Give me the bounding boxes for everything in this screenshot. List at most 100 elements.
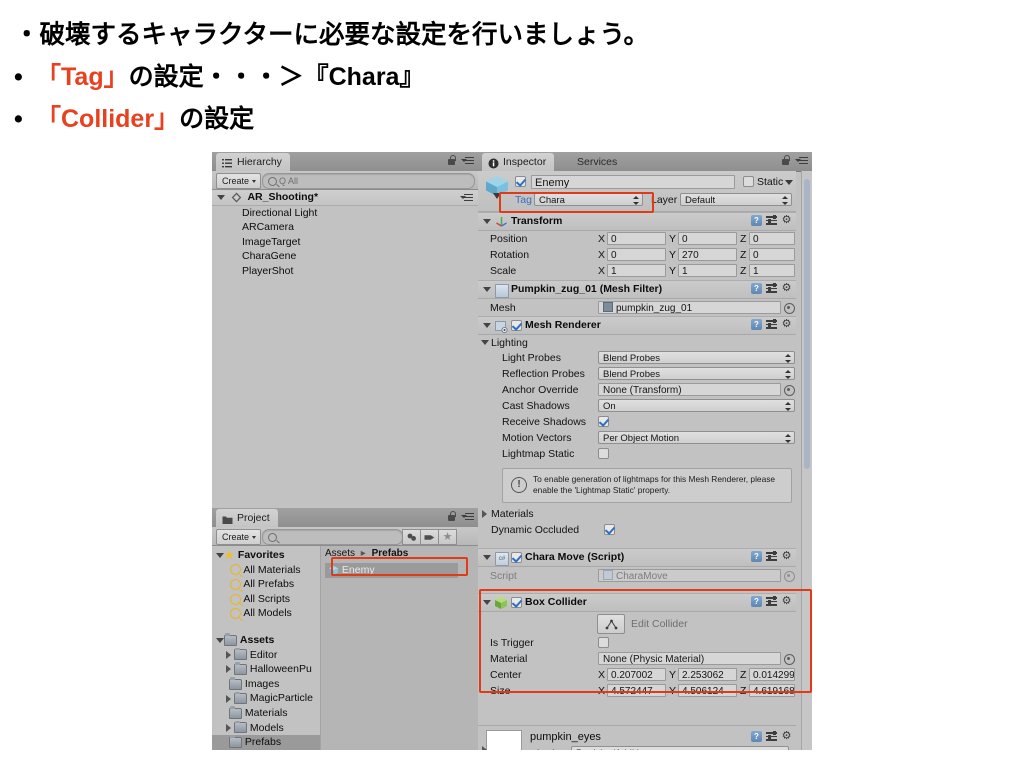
help-icon[interactable]: ?	[751, 596, 762, 607]
transform-scale-x-input[interactable]: 1	[607, 264, 666, 277]
hierarchy-scene-row[interactable]: AR_Shooting*	[212, 190, 478, 206]
object-name-input[interactable]: Enemy	[531, 175, 735, 189]
project-folder-prefabs[interactable]: Prefabs	[212, 735, 320, 750]
help-icon[interactable]: ?	[751, 731, 762, 742]
static-checkbox[interactable]	[743, 176, 754, 187]
project-favorite-all-models[interactable]: All Models	[212, 606, 320, 621]
expand-triangle-icon[interactable]	[216, 637, 224, 643]
favorite-star-icon[interactable]: ★	[439, 529, 457, 545]
center-x-input[interactable]: 0.207002	[607, 668, 666, 681]
hamburger-menu-icon[interactable]	[795, 156, 808, 165]
gear-icon[interactable]: ⚙	[781, 596, 792, 607]
tab-hierarchy[interactable]: Hierarchy	[216, 153, 290, 171]
project-folder-images[interactable]: Images	[212, 677, 320, 692]
project-create-button[interactable]: Create	[216, 529, 262, 545]
hamburger-menu-icon[interactable]	[461, 512, 474, 521]
gear-icon[interactable]: ⚙	[781, 319, 792, 330]
expand-triangle-icon[interactable]	[483, 287, 491, 292]
lock-icon[interactable]	[447, 155, 456, 166]
mesh-object-field[interactable]: pumpkin_zug_01	[598, 301, 781, 314]
expand-triangle-icon[interactable]	[483, 219, 491, 224]
hierarchy-tab-controls[interactable]	[447, 155, 474, 166]
hierarchy-item-playershot[interactable]: PlayerShot	[212, 264, 508, 279]
chara-move-header-icons[interactable]: ? ⚙	[751, 551, 792, 562]
mesh-filter-header[interactable]: Pumpkin_zug_01 (Mesh Filter) ? ⚙	[478, 280, 796, 299]
project-favorite-all-scripts[interactable]: All Scripts	[212, 592, 320, 607]
box-collider-header[interactable]: Box Collider ? ⚙	[478, 593, 796, 612]
project-tab-controls[interactable]	[447, 511, 474, 522]
center-z-input[interactable]: 0.014299	[749, 668, 795, 681]
edit-collider-button[interactable]	[597, 614, 625, 634]
expand-triangle-icon[interactable]	[226, 665, 231, 674]
inspector-scrollbar[interactable]	[801, 171, 812, 750]
preset-icon[interactable]	[766, 551, 777, 562]
light-probes-dropdown[interactable]: Blend Probes	[598, 351, 795, 364]
gear-icon[interactable]: ⚙	[781, 283, 792, 294]
transform-rotation-y-input[interactable]: 270	[678, 248, 737, 261]
hamburger-menu-icon[interactable]	[461, 156, 474, 165]
box-collider-enabled-checkbox[interactable]	[511, 597, 522, 608]
scene-menu-icon[interactable]	[460, 193, 473, 202]
hierarchy-create-button[interactable]: Create	[216, 173, 262, 189]
expand-triangle-icon[interactable]	[483, 323, 491, 328]
project-folder-editor[interactable]: Editor	[212, 647, 320, 663]
size-y-input[interactable]: 4.506124	[678, 684, 737, 697]
receive-shadows-checkbox[interactable]	[598, 416, 609, 427]
gear-icon[interactable]: ⚙	[781, 551, 792, 562]
size-x-input[interactable]: 4.572447	[607, 684, 666, 697]
help-icon[interactable]: ?	[751, 215, 762, 226]
project-folder-halloweenpu[interactable]: HalloweenPu	[212, 662, 320, 677]
project-asset-enemy[interactable]: Enemy	[325, 563, 458, 578]
dynamic-occluded-checkbox[interactable]	[604, 524, 615, 535]
project-favorite-all-materials[interactable]: All Materials	[212, 563, 320, 578]
project-folder-materials[interactable]: Materials	[212, 706, 320, 721]
is-trigger-checkbox[interactable]	[598, 637, 609, 648]
collider-material-field[interactable]: None (Physic Material)	[598, 652, 781, 665]
lock-icon[interactable]	[781, 155, 790, 166]
tag-dropdown[interactable]: Chara	[534, 193, 643, 206]
expand-triangle-icon[interactable]	[216, 552, 224, 558]
project-search-input[interactable]	[262, 529, 403, 545]
tab-services[interactable]: Services	[571, 153, 625, 171]
preset-icon[interactable]	[766, 596, 777, 607]
hierarchy-item-imagetarget[interactable]: ImageTarget	[212, 235, 508, 250]
cast-shadows-dropdown[interactable]: On	[598, 399, 795, 412]
preset-icon[interactable]	[766, 319, 777, 330]
preset-icon[interactable]	[766, 215, 777, 226]
layer-dropdown[interactable]: Default	[680, 193, 792, 206]
transform-header[interactable]: Transform ? ⚙	[478, 212, 796, 231]
shader-dropdown[interactable]: Particles/Additive	[571, 746, 789, 750]
mesh-filter-header-icons[interactable]: ? ⚙	[751, 283, 792, 294]
expand-triangle-icon[interactable]	[226, 650, 231, 659]
expand-triangle-icon[interactable]	[483, 555, 491, 560]
box-collider-header-icons[interactable]: ? ⚙	[751, 596, 792, 607]
project-folder-magicparticle[interactable]: MagicParticle	[212, 691, 320, 706]
preset-icon[interactable]	[766, 283, 777, 294]
filter-by-type-icon[interactable]	[402, 529, 421, 545]
inspector-tab-controls[interactable]	[781, 155, 808, 166]
filter-by-label-icon[interactable]	[421, 529, 439, 545]
inspector-scrollbar-thumb[interactable]	[804, 179, 810, 469]
object-active-checkbox[interactable]	[515, 176, 526, 187]
help-icon[interactable]: ?	[751, 551, 762, 562]
motion-vectors-dropdown[interactable]: Per Object Motion	[598, 431, 795, 444]
project-folder-models[interactable]: Models	[212, 720, 320, 736]
tab-inspector[interactable]: Inspector	[482, 153, 555, 171]
transform-position-z-input[interactable]: 0	[749, 232, 795, 245]
static-dropdown-icon[interactable]	[785, 180, 793, 185]
expand-triangle-icon[interactable]	[226, 694, 231, 703]
transform-position-x-input[interactable]: 0	[607, 232, 666, 245]
preset-icon[interactable]	[766, 731, 777, 742]
project-favorite-all-prefabs[interactable]: All Prefabs	[212, 577, 320, 592]
transform-rotation-x-input[interactable]: 0	[607, 248, 666, 261]
transform-rotation-z-input[interactable]: 0	[749, 248, 795, 261]
hierarchy-search-input[interactable]: Q All	[262, 173, 475, 189]
project-assets-row[interactable]: Assets	[212, 633, 320, 648]
expand-triangle-icon[interactable]	[226, 723, 231, 732]
size-z-input[interactable]: 4.619168	[749, 684, 795, 697]
reflection-probes-dropdown[interactable]: Blend Probes	[598, 367, 795, 380]
lightmap-static-checkbox[interactable]	[598, 448, 609, 459]
help-icon[interactable]: ?	[751, 319, 762, 330]
anchor-override-field[interactable]: None (Transform)	[598, 383, 781, 396]
project-filter-buttons[interactable]: ★	[402, 529, 457, 545]
